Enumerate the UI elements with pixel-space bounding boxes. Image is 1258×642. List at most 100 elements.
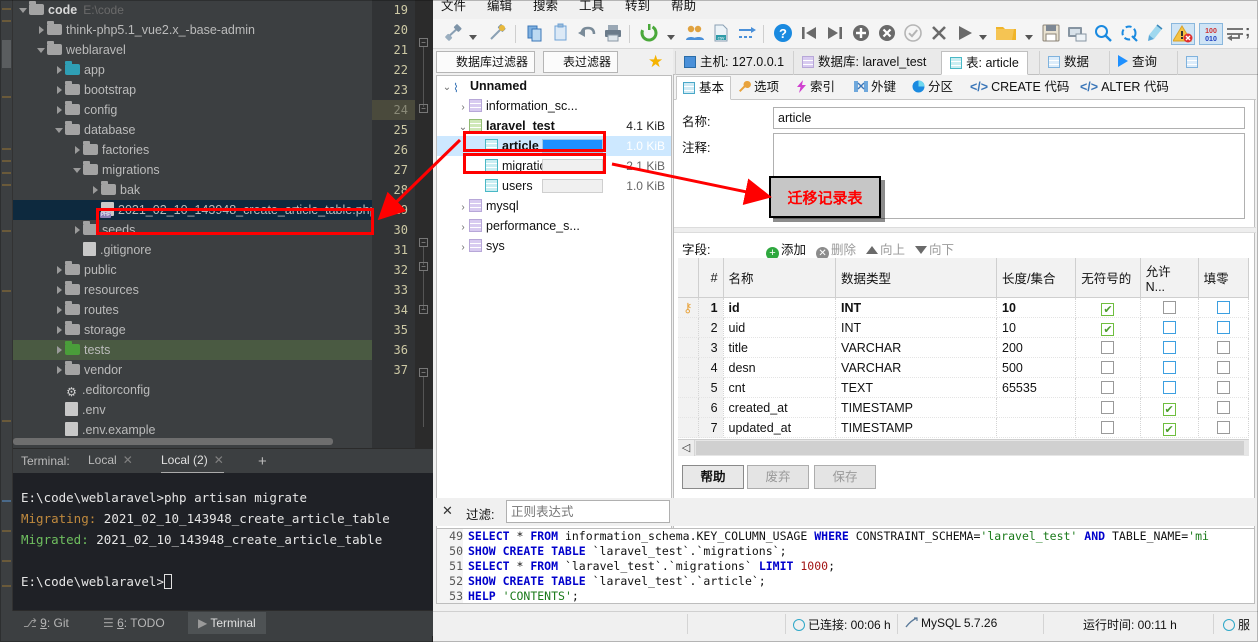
grid-row[interactable]: 7 updated_at TIMESTAMP ✔ [678, 417, 1250, 438]
grid-cell-name[interactable]: title [723, 337, 837, 358]
grid-cell-nullable[interactable] [1140, 317, 1199, 338]
menu-item[interactable]: 工具 [577, 0, 606, 16]
designer-tab[interactable]: </> CREATE 代码 [964, 76, 1075, 100]
database-tree-item[interactable]: ⌄ ⌇ Unnamed [437, 76, 671, 96]
fields-grid-hscrollbar[interactable]: ◁ [678, 439, 1249, 456]
designer-button-row[interactable]: 帮助 废弃 保存 [674, 461, 1256, 495]
database-tree-item[interactable]: ⌄ laravel_test 4.1 KiB [437, 116, 671, 136]
grid-header-cell[interactable]: # [698, 258, 724, 298]
save-as-icon[interactable] [1067, 23, 1087, 45]
grid-cell-zerofill[interactable] [1198, 417, 1250, 438]
object-tab[interactable]: 数据 [1039, 51, 1097, 75]
chevron-right-icon[interactable] [73, 140, 83, 160]
designer-tab[interactable]: 分区 [906, 76, 959, 100]
grid-header-cell[interactable]: 填零 [1198, 258, 1250, 298]
checkbox-unsigned[interactable]: ✔ [1101, 322, 1115, 336]
checkbox-zerofill[interactable] [1216, 380, 1230, 394]
run-dropdown-icon[interactable] [979, 29, 987, 51]
designer-tab[interactable]: 基本 [676, 76, 732, 100]
menu-item[interactable]: 搜索 [531, 0, 560, 16]
undo-icon[interactable] [577, 23, 597, 45]
sql-log-panel[interactable]: 49 SELECT * FROM information_schema.KEY_C… [436, 528, 1255, 604]
grid-cell-length[interactable]: 10 [996, 317, 1077, 338]
project-tree-item[interactable]: ⚙ .editorconfig [13, 380, 372, 400]
chevron-down-icon[interactable]: ⌄ [457, 118, 469, 138]
project-tree-item[interactable]: .env.example [13, 420, 372, 440]
checkbox-unsigned[interactable] [1101, 400, 1115, 414]
database-tree[interactable]: ⌄ ⌇ Unnamed › information_sc... ⌄ laravel_test… [436, 75, 672, 530]
grid-cell-datatype[interactable]: INT [835, 317, 998, 338]
ide-status-terminal[interactable]: ▶ Terminal [188, 612, 266, 634]
sql-log-row[interactable]: 49 SELECT * FROM information_schema.KEY_C… [437, 529, 1254, 544]
checkbox-nullable[interactable]: ✔ [1162, 422, 1176, 436]
open-folder-icon[interactable] [995, 23, 1017, 45]
grid-cell-length[interactable]: 500 [996, 357, 1077, 378]
toolbar[interactable]: csv ? 100 010 ; [433, 19, 1258, 49]
wrap-icon[interactable] [1225, 23, 1245, 45]
grid-cell-nullable[interactable]: ✔ [1140, 417, 1199, 438]
designer-tab[interactable]: 选项 [732, 76, 785, 100]
grid-cell-primary-key[interactable]: ⚷ [678, 297, 699, 318]
project-tree-item[interactable]: vendor [13, 360, 372, 380]
hscroll-thumb[interactable] [696, 441, 1244, 455]
object-tab[interactable]: 数据库: laravel_test [793, 51, 934, 75]
grid-cell-unsigned[interactable] [1075, 417, 1141, 438]
checkbox-zerofill[interactable] [1216, 400, 1230, 414]
chevron-right-icon[interactable]: › [457, 238, 469, 258]
grid-cell-primary-key[interactable] [678, 357, 699, 378]
project-tree-item[interactable]: bootstrap [13, 80, 372, 100]
chevron-right-icon[interactable] [55, 300, 65, 320]
chevron-right-icon[interactable]: › [457, 218, 469, 238]
grid-row[interactable]: ⚷ 1 id INT 10 ✔ [678, 297, 1250, 318]
designer-button[interactable]: 废弃 [747, 465, 809, 489]
chevron-right-icon[interactable] [55, 320, 65, 340]
checkbox-zerofill[interactable] [1216, 420, 1230, 434]
checkbox-nullable[interactable] [1162, 360, 1176, 374]
open-dropdown-icon[interactable] [1025, 29, 1033, 51]
chevron-right-icon[interactable] [55, 280, 65, 300]
object-tab[interactable]: 表: article [941, 51, 1028, 75]
sql-log-row[interactable]: 51 SELECT * FROM `laravel_test`.`migratio… [437, 559, 1254, 574]
project-tree-item[interactable]: factories [13, 140, 372, 160]
connection-icon[interactable] [443, 23, 463, 45]
project-tree-item[interactable]: config [13, 100, 372, 120]
project-tree-item[interactable]: public [13, 260, 372, 280]
paste-icon[interactable] [551, 23, 571, 45]
grid-cell-name[interactable]: created_at [723, 397, 837, 418]
add-icon[interactable] [851, 23, 871, 45]
scroll-left-button[interactable]: ◁ [678, 440, 695, 456]
binary-icon[interactable]: 100 010 [1199, 23, 1223, 45]
project-tree-item[interactable]: seeds [13, 220, 372, 240]
designer-splitter[interactable] [674, 227, 1256, 233]
terminal-tab[interactable]: Local ✕ [88, 453, 133, 474]
menu-bar[interactable]: 文件 编辑 搜索 工具 转到 帮助 [433, 0, 1258, 19]
grid-cell-unsigned[interactable] [1075, 397, 1141, 418]
project-tree-item[interactable]: code E:\code [13, 0, 372, 20]
field-action-plus[interactable]: + 添加 [766, 243, 806, 260]
grid-cell-unsigned[interactable] [1075, 357, 1141, 378]
designer-tab[interactable]: </> ALTER 代码 [1074, 76, 1175, 100]
grid-cell-primary-key[interactable] [678, 317, 699, 338]
grid-cell-name[interactable]: uid [723, 317, 837, 338]
chevron-right-icon[interactable]: › [457, 98, 469, 118]
grid-cell-name[interactable]: cnt [723, 377, 837, 398]
checkbox-unsigned[interactable] [1101, 380, 1115, 394]
fields-toolbar[interactable]: 字段: + 添加 ✕ 删除 向上 向下 [674, 236, 1256, 260]
chevron-right-icon[interactable] [55, 100, 65, 120]
database-tree-item[interactable]: › sys [437, 236, 671, 256]
grid-row[interactable]: 3 title VARCHAR 200 [678, 337, 1250, 358]
grid-cell-nullable[interactable] [1140, 297, 1199, 318]
menu-item[interactable]: 转到 [623, 0, 652, 16]
project-tree-item[interactable]: storage [13, 320, 372, 340]
grid-cell-nullable[interactable] [1140, 357, 1199, 378]
chevron-down-icon[interactable] [37, 40, 47, 60]
beautify-icon[interactable] [1119, 23, 1139, 45]
project-tree-item[interactable]: database [13, 120, 372, 140]
grid-row[interactable]: 4 desn VARCHAR 500 [678, 357, 1250, 378]
grid-cell-zerofill[interactable] [1198, 317, 1250, 338]
refresh-dropdown-icon[interactable] [667, 29, 675, 51]
run-icon[interactable] [955, 23, 975, 45]
chevron-right-icon[interactable]: › [457, 198, 469, 218]
grid-cell-unsigned[interactable] [1075, 337, 1141, 358]
last-icon[interactable] [825, 23, 845, 45]
